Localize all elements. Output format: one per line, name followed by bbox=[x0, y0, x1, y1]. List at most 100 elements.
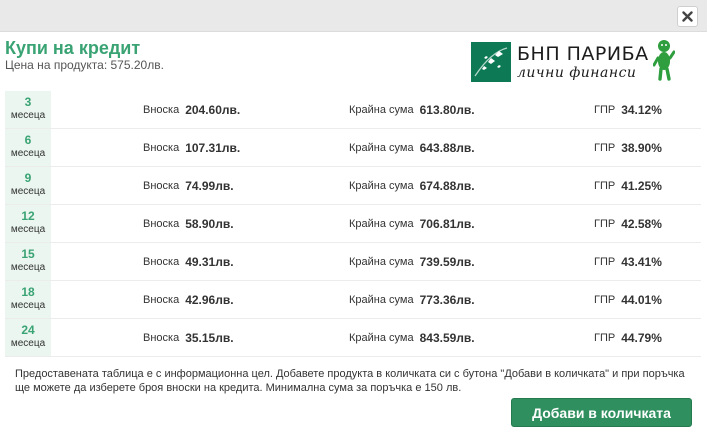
logo-tagline: лични финанси bbox=[517, 64, 637, 81]
table-row: 18 месеца Вноска 42.96лв. Крайна сума 773.36л… bbox=[5, 281, 701, 319]
info-note: Предоставената таблица е с информационна… bbox=[15, 368, 685, 394]
term-unit: месеца bbox=[10, 262, 46, 273]
term-unit: месеца bbox=[10, 300, 46, 311]
apr-cell: ГПР 44.01% bbox=[594, 281, 662, 318]
installment-value: 42.96лв. bbox=[185, 292, 234, 307]
bnp-stars-icon bbox=[471, 42, 511, 82]
installment-value: 49.31лв. bbox=[185, 254, 234, 269]
term-unit: месеца bbox=[10, 224, 46, 235]
term-unit: месеца bbox=[10, 186, 46, 197]
total-value: 674.88лв. bbox=[419, 178, 475, 193]
term-months: 6 bbox=[24, 133, 32, 147]
term-cell: 3 месеца bbox=[5, 91, 51, 128]
add-to-cart-button[interactable]: Добави в количката bbox=[511, 398, 692, 427]
term-months: 15 bbox=[21, 247, 35, 261]
apr-label: ГПР bbox=[594, 293, 616, 306]
installment-cell: Вноска 204.60лв. bbox=[143, 91, 240, 128]
total-label: Крайна сума bbox=[349, 179, 414, 192]
installment-cell: Вноска 58.90лв. bbox=[143, 205, 234, 242]
installment-cell: Вноска 35.15лв. bbox=[143, 319, 234, 356]
total-label: Крайна сума bbox=[349, 255, 414, 268]
table-row: 24 месеца Вноска 35.15лв. Крайна сума 843.59л… bbox=[5, 319, 701, 357]
apr-cell: ГПР 38.90% bbox=[594, 129, 662, 166]
bnp-paribas-logo: БНП ПАРИБА лични финанси bbox=[471, 39, 687, 86]
total-value: 613.80лв. bbox=[419, 102, 475, 117]
term-cell: 18 месеца bbox=[5, 281, 51, 318]
installment-value: 204.60лв. bbox=[185, 102, 241, 117]
term-cell: 24 месеца bbox=[5, 319, 51, 356]
installment-value: 35.15лв. bbox=[185, 330, 234, 345]
dialog-titlebar bbox=[0, 0, 707, 32]
term-cell: 6 месеца bbox=[5, 129, 51, 166]
total-label: Крайна сума bbox=[349, 103, 414, 116]
total-value: 739.59лв. bbox=[419, 254, 475, 269]
apr-value: 41.25% bbox=[621, 178, 662, 193]
installment-value: 107.31лв. bbox=[185, 140, 241, 155]
installment-label: Вноска bbox=[143, 293, 180, 306]
mascot-icon bbox=[652, 39, 676, 86]
logo-text: БНП ПАРИБА лични финанси bbox=[517, 42, 649, 81]
installment-label: Вноска bbox=[143, 217, 180, 230]
apr-cell: ГПР 44.79% bbox=[594, 319, 662, 356]
apr-value: 38.90% bbox=[621, 140, 662, 155]
installment-label: Вноска bbox=[143, 103, 180, 116]
apr-value: 43.41% bbox=[621, 254, 662, 269]
total-cell: Крайна сума 843.59лв. bbox=[349, 319, 475, 356]
installment-cell: Вноска 74.99лв. bbox=[143, 167, 234, 204]
term-months: 18 bbox=[21, 285, 35, 299]
installment-cell: Вноска 107.31лв. bbox=[143, 129, 240, 166]
installment-value: 74.99лв. bbox=[185, 178, 234, 193]
term-unit: месеца bbox=[10, 338, 46, 349]
term-months: 9 bbox=[24, 171, 32, 185]
total-label: Крайна сума bbox=[349, 217, 414, 230]
total-cell: Крайна сума 739.59лв. bbox=[349, 243, 475, 280]
installment-label: Вноска bbox=[143, 331, 180, 344]
term-unit: месеца bbox=[10, 110, 46, 121]
apr-value: 44.79% bbox=[621, 330, 662, 345]
term-unit: месеца bbox=[10, 148, 46, 159]
close-button[interactable] bbox=[677, 6, 698, 27]
total-label: Крайна сума bbox=[349, 293, 414, 306]
term-cell: 12 месеца bbox=[5, 205, 51, 242]
apr-label: ГПР bbox=[594, 217, 616, 230]
total-cell: Крайна сума 643.88лв. bbox=[349, 129, 475, 166]
total-value: 773.36лв. bbox=[419, 292, 475, 307]
table-row: 3 месеца Вноска 204.60лв. Крайна сума 613.80л… bbox=[5, 91, 701, 129]
apr-label: ГПР bbox=[594, 255, 616, 268]
installment-label: Вноска bbox=[143, 141, 180, 154]
apr-label: ГПР bbox=[594, 103, 616, 116]
total-cell: Крайна сума 674.88лв. bbox=[349, 167, 475, 204]
installment-table: 3 месеца Вноска 204.60лв. Крайна сума 613.80л… bbox=[5, 91, 701, 357]
term-cell: 9 месеца bbox=[5, 167, 51, 204]
apr-value: 42.58% bbox=[621, 216, 662, 231]
term-cell: 15 месеца bbox=[5, 243, 51, 280]
product-price: Цена на продукта: 575.20лв. bbox=[5, 58, 164, 72]
apr-cell: ГПР 43.41% bbox=[594, 243, 662, 280]
table-row: 12 месеца Вноска 58.90лв. Крайна сума 706.81л… bbox=[5, 205, 701, 243]
table-row: 6 месеца Вноска 107.31лв. Крайна сума 643.88л… bbox=[5, 129, 701, 167]
installment-label: Вноска bbox=[143, 179, 180, 192]
installment-cell: Вноска 42.96лв. bbox=[143, 281, 234, 318]
table-row: 15 месеца Вноска 49.31лв. Крайна сума 739.59л… bbox=[5, 243, 701, 281]
installment-value: 58.90лв. bbox=[185, 216, 234, 231]
close-icon bbox=[682, 11, 693, 22]
apr-value: 34.12% bbox=[621, 102, 662, 117]
term-months: 3 bbox=[24, 95, 32, 109]
total-cell: Крайна сума 613.80лв. bbox=[349, 91, 475, 128]
total-cell: Крайна сума 773.36лв. bbox=[349, 281, 475, 318]
apr-cell: ГПР 41.25% bbox=[594, 167, 662, 204]
apr-cell: ГПР 42.58% bbox=[594, 205, 662, 242]
apr-label: ГПР bbox=[594, 141, 616, 154]
apr-label: ГПР bbox=[594, 331, 616, 344]
table-row: 9 месеца Вноска 74.99лв. Крайна сума 674.88лв… bbox=[5, 167, 701, 205]
total-value: 643.88лв. bbox=[419, 140, 475, 155]
term-months: 12 bbox=[21, 209, 35, 223]
dialog-title: Купи на кредит bbox=[5, 38, 141, 58]
apr-cell: ГПР 34.12% bbox=[594, 91, 662, 128]
term-months: 24 bbox=[21, 323, 35, 337]
total-value: 843.59лв. bbox=[419, 330, 475, 345]
logo-name: БНП ПАРИБА bbox=[517, 42, 649, 65]
total-label: Крайна сума bbox=[349, 331, 414, 344]
total-cell: Крайна сума 706.81лв. bbox=[349, 205, 475, 242]
apr-label: ГПР bbox=[594, 179, 616, 192]
